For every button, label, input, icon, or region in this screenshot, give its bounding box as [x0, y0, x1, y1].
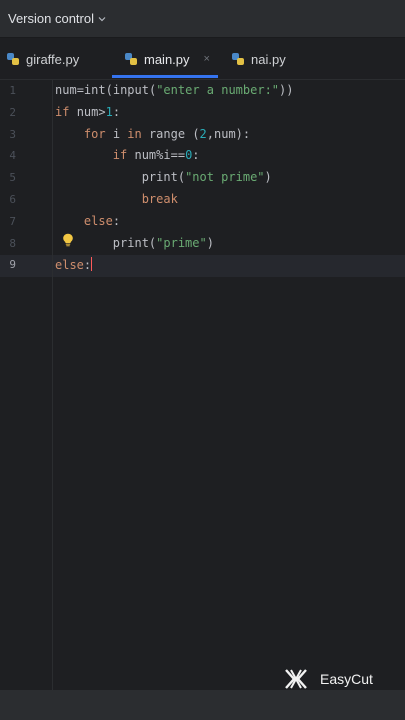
code-line[interactable]: if num>1:: [55, 105, 120, 119]
tab-giraffe-py[interactable]: giraffe.py: [6, 38, 79, 80]
line-number: 6: [9, 193, 16, 206]
code-token: print: [141, 170, 178, 185]
tab-main-py[interactable]: main.py ×: [124, 38, 210, 80]
line-number: 5: [9, 171, 16, 185]
code-token: in: [127, 126, 149, 141]
line-number: 7: [9, 214, 16, 228]
gutter-divider: [52, 80, 53, 690]
code-line[interactable]: for i in range (2,num):: [55, 127, 250, 141]
code-token: if: [55, 104, 77, 119]
code-token: num: [55, 83, 77, 97]
code-token: num%i==: [134, 148, 186, 163]
code-token: (: [192, 126, 200, 141]
watermark: EasyCut: [284, 668, 373, 690]
python-file-icon: [232, 53, 244, 65]
code-token: :: [192, 148, 200, 163]
code-line[interactable]: else:: [55, 214, 120, 228]
code-token: "not prime": [185, 170, 265, 185]
code-line[interactable]: print("not prime"): [55, 170, 272, 184]
code-token: for: [83, 126, 113, 141]
watermark-text: EasyCut: [320, 671, 373, 687]
tab-nai-py[interactable]: nai.py: [231, 38, 286, 80]
code-token: else: [83, 213, 113, 228]
code-token: int: [83, 83, 106, 97]
code-line[interactable]: print("prime"): [55, 236, 214, 250]
code-token: )): [279, 83, 294, 97]
code-token: (: [177, 170, 186, 185]
code-token: =: [76, 83, 84, 97]
code-line[interactable]: if num%i==0:: [55, 148, 200, 162]
code-token: :: [112, 104, 121, 119]
line-number: 2: [9, 105, 16, 119]
code-token: ,num):: [206, 126, 251, 141]
code-token: else: [55, 258, 84, 273]
code-line[interactable]: else:: [55, 257, 93, 273]
tab-label: giraffe.py: [26, 51, 80, 67]
code-token: input: [112, 83, 149, 97]
code-token: ): [206, 235, 214, 250]
code-token: (: [105, 83, 113, 97]
line-number: 9: [9, 258, 16, 272]
line-number: 1: [9, 84, 16, 97]
code-token: 2: [199, 126, 207, 141]
code-token: "prime": [156, 235, 207, 250]
code-line[interactable]: break: [55, 192, 178, 206]
code-token: i: [112, 126, 128, 141]
code-token: num: [76, 104, 99, 119]
code-token: ): [264, 170, 272, 185]
line-number: 8: [9, 236, 16, 250]
lightbulb-icon[interactable]: [62, 233, 74, 247]
title-bar: Version control: [0, 0, 405, 38]
status-bar: [0, 690, 405, 720]
code-token: range: [148, 126, 193, 141]
version-control-menu[interactable]: Version control: [8, 11, 106, 26]
editor-tab-bar: giraffe.py main.py × nai.py: [0, 38, 405, 80]
code-token: >: [98, 104, 106, 119]
chevron-down-icon: [98, 16, 106, 21]
code-token: if: [112, 148, 135, 163]
python-file-icon: [125, 53, 137, 65]
easycut-logo-icon: [285, 669, 307, 689]
code-token: :: [83, 258, 92, 273]
code-token: print: [112, 235, 149, 250]
python-file-icon: [7, 53, 19, 65]
active-tab-indicator: [112, 75, 218, 78]
code-token: :: [112, 213, 121, 228]
code-token: break: [141, 192, 178, 206]
code-line[interactable]: num=int(input("enter a number:")): [55, 83, 293, 97]
code-token: "enter a number:": [156, 83, 280, 97]
code-token: 1: [105, 104, 113, 119]
tab-label: nai.py: [251, 51, 286, 67]
text-caret: [91, 257, 93, 272]
close-tab-icon[interactable]: ×: [204, 53, 210, 65]
version-control-label: Version control: [8, 11, 94, 26]
tab-label: main.py: [144, 51, 190, 67]
line-number: 4: [9, 149, 16, 163]
line-number: 3: [9, 127, 16, 141]
